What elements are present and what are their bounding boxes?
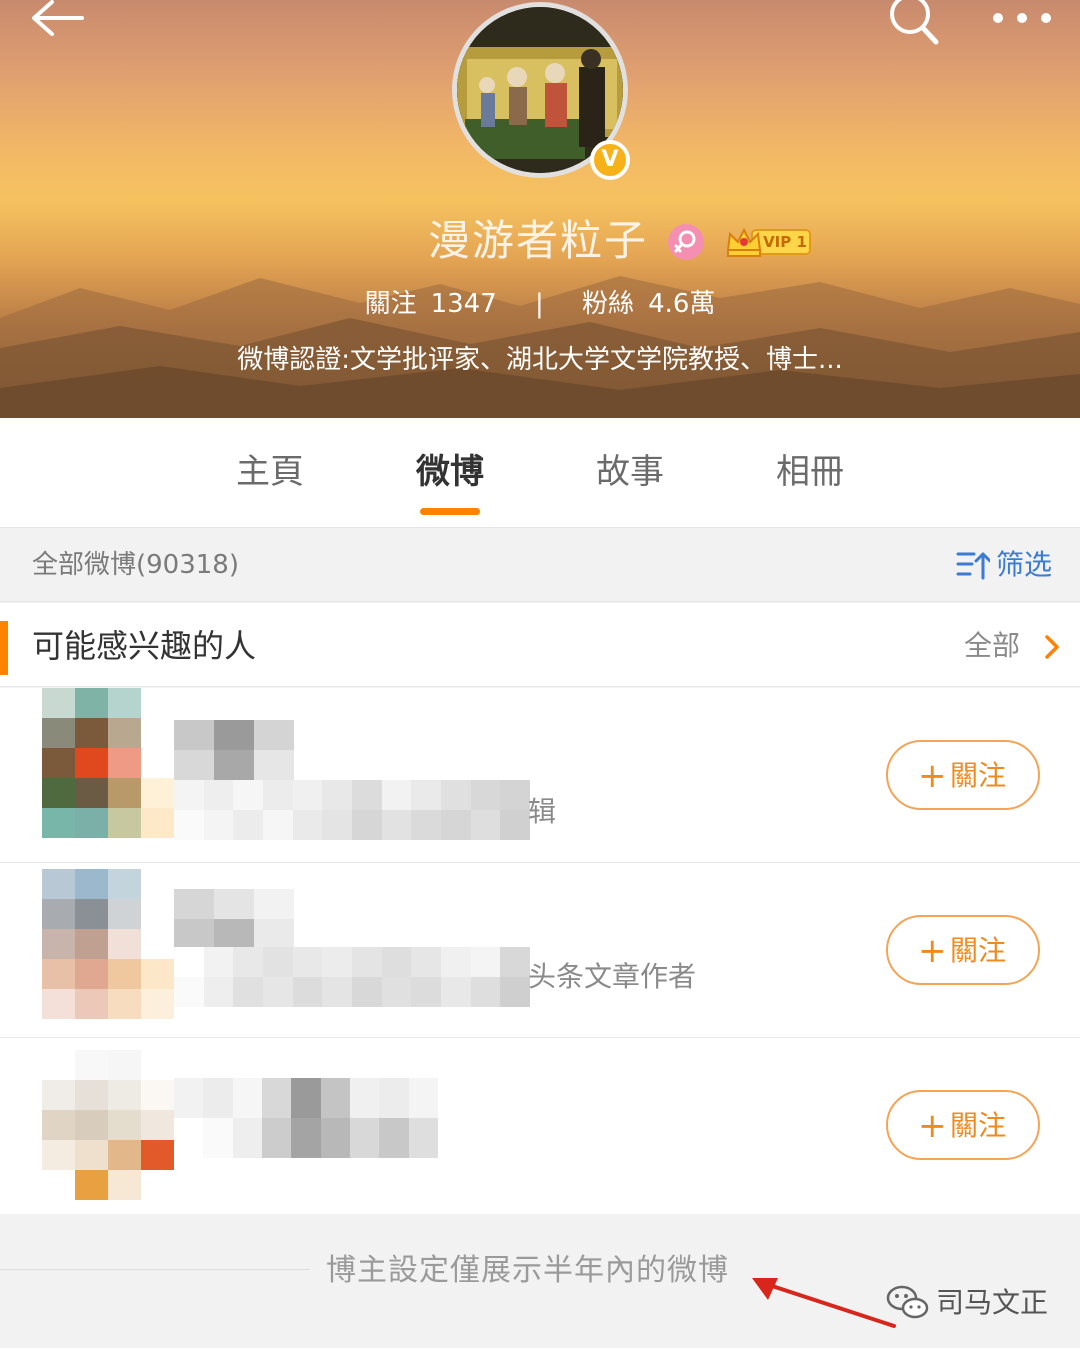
profile-tabs: 主頁 微博 故事 相冊 (0, 418, 1080, 528)
suggested-person-row[interactable]: 辑 + 關注 (0, 688, 1080, 863)
pixelated-description (174, 947, 530, 1007)
suggested-person-row[interactable]: 头条文章作者 + 關注 (0, 863, 1080, 1038)
suggested-people-header: 可能感兴趣的人 全部 (0, 603, 1080, 687)
female-gender-icon (668, 224, 704, 260)
notice-divider (0, 1269, 310, 1270)
stats-separator: | (535, 289, 544, 319)
fans-label: 粉絲 (582, 289, 635, 319)
wechat-icon (886, 1285, 929, 1319)
following-count: 1347 (430, 289, 497, 319)
pixelated-name[interactable] (174, 720, 294, 780)
filter-sort-icon (956, 552, 990, 580)
follow-stats: 關注 1347 | 粉絲 4.6萬 (0, 282, 1080, 326)
more-dots-icon (993, 13, 1051, 23)
red-arrow-annotation (752, 1278, 896, 1328)
filter-button[interactable]: 筛选 (956, 540, 1060, 590)
profile-header: V 漫游者粒子 VIP 1 關注 1347 | 粉絲 4.6萬 微博認證:文学批评家… (0, 0, 1080, 418)
pixelated-avatar[interactable] (42, 688, 174, 838)
weibo-filter-bar: 全部微博(90318) 筛选 (0, 528, 1080, 602)
fans-count: 4.6萬 (648, 289, 716, 319)
more-options-button[interactable] (990, 6, 1054, 32)
suggested-people-list: 辑 + 關注 头条文章作者 + 關注 + 關注 (0, 688, 1080, 1214)
plus-icon: + (918, 756, 947, 796)
plus-icon: + (918, 1106, 947, 1146)
back-arrow-icon (32, 0, 84, 36)
following-stat[interactable]: 關注 1347 (365, 282, 497, 326)
active-tab-indicator (420, 508, 480, 515)
pixelated-name[interactable] (174, 1078, 438, 1158)
filter-label: 筛选 (996, 548, 1053, 581)
pixelated-avatar[interactable] (42, 869, 174, 1019)
header-background-hills (0, 276, 1080, 418)
suggested-people-title: 可能感兴趣的人 (32, 627, 257, 665)
half-year-visibility-notice: 博主設定僅展示半年內的微博 (326, 1253, 729, 1288)
follow-button[interactable]: + 關注 (886, 1090, 1040, 1160)
verification-info[interactable]: 微博認證:文学批评家、湖北大学文学院教授、博士... (0, 338, 1080, 382)
search-icon (890, 0, 939, 45)
plus-icon: + (918, 931, 947, 971)
verified-badge-icon: V (590, 140, 630, 180)
tab-stories[interactable]: 故事 (560, 444, 700, 500)
source-watermark: 司马文正 (886, 1280, 1066, 1326)
follow-button[interactable]: + 關注 (886, 740, 1040, 810)
follow-button[interactable]: + 關注 (886, 915, 1040, 985)
search-button[interactable] (884, 0, 944, 48)
tab-albums[interactable]: 相冊 (740, 444, 880, 500)
watermark-text: 司马文正 (936, 1286, 1049, 1319)
section-accent-bar (0, 621, 8, 675)
profile-username: 漫游者粒子 (428, 216, 649, 265)
fans-stat[interactable]: 粉絲 4.6萬 (582, 282, 715, 326)
vip-level-label: VIP 1 (763, 233, 807, 251)
vip-badge[interactable]: VIP 1 (724, 224, 812, 260)
chevron-right-icon (1045, 635, 1059, 659)
person-description-visible: 辑 (528, 795, 557, 828)
follow-label: 關注 (950, 1109, 1007, 1142)
tab-weibo[interactable]: 微博 (380, 444, 520, 500)
back-button[interactable] (26, 0, 90, 44)
weibo-profile-page: V 漫游者粒子 VIP 1 關注 1347 | 粉絲 4.6萬 微博認證:文学批评家… (0, 0, 1080, 1348)
pixelated-avatar[interactable] (42, 1050, 174, 1200)
see-all-button[interactable]: 全部 (964, 623, 1064, 669)
pixelated-name[interactable] (174, 889, 294, 949)
tab-home[interactable]: 主頁 (200, 444, 340, 500)
see-all-label: 全部 (964, 629, 1021, 662)
following-label: 關注 (364, 289, 417, 319)
visibility-notice-area: 博主設定僅展示半年內的微博 司马文正 (0, 1214, 1080, 1348)
suggested-person-row[interactable]: + 關注 (0, 1038, 1080, 1213)
follow-label: 關注 (950, 759, 1007, 792)
all-weibo-count[interactable]: 全部微博(90318) (32, 542, 239, 588)
person-description-visible: 头条文章作者 (528, 960, 697, 993)
follow-label: 關注 (950, 934, 1007, 967)
pixelated-description (174, 780, 530, 840)
